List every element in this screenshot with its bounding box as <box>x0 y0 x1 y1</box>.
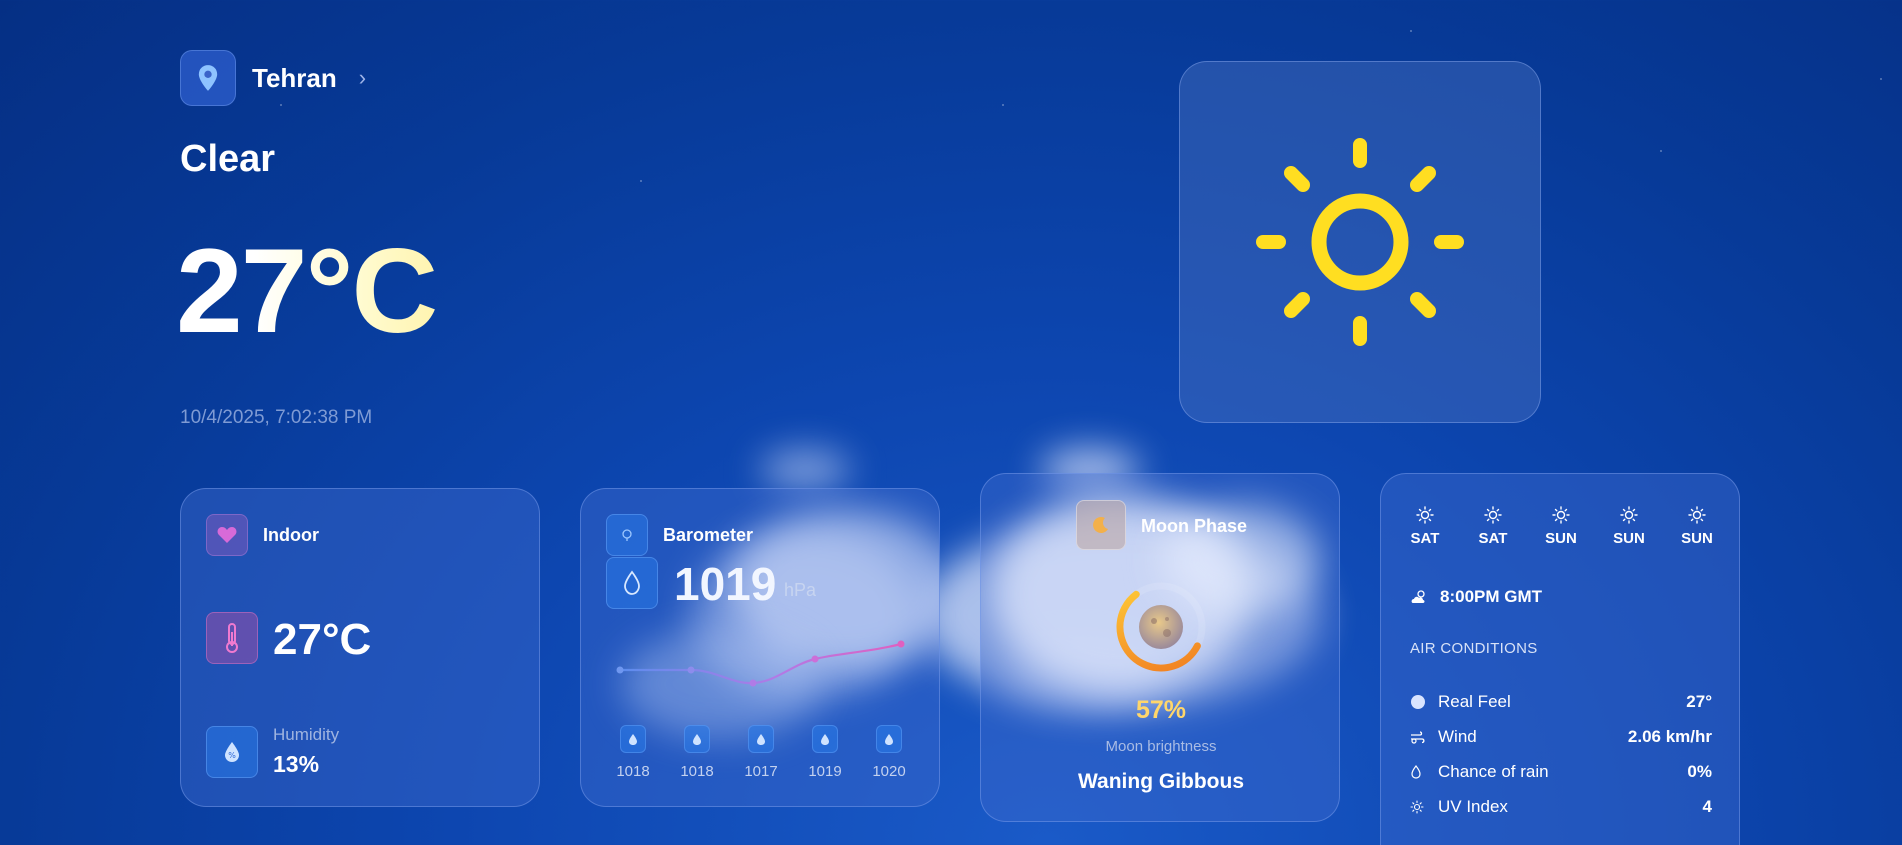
air-conditions-title: AIR CONDITIONS <box>1410 640 1538 657</box>
air-conditions-list: Real Feel 27° Wind 2.06 km/hr Chance of … <box>1410 684 1712 824</box>
humidity-label: Humidity <box>273 725 340 744</box>
pressure-readings: 1018 1018 1017 1019 1020 <box>601 725 921 780</box>
pressure-reading-value: 1018 <box>616 763 650 780</box>
location-selector[interactable]: Tehran › <box>180 50 366 106</box>
dot-icon <box>1410 694 1432 710</box>
air-condition-label: Real Feel <box>1438 691 1511 711</box>
pressure-reading: 1019 <box>793 725 857 780</box>
pressure-reading: 1018 <box>601 725 665 780</box>
heart-icon <box>206 514 248 556</box>
pressure-reading-value: 1018 <box>680 763 714 780</box>
moon-icon <box>1139 605 1183 649</box>
sun-icon <box>1484 506 1502 524</box>
forecast-time-row: 8:00PM GMT <box>1410 587 1542 607</box>
moon-brightness-percent: 57% <box>1135 696 1187 724</box>
air-condition-value: 2.06 km/hr <box>1627 726 1712 746</box>
air-condition-value: 4 <box>1702 796 1712 816</box>
sun-icon <box>1552 506 1570 524</box>
indoor-title: Indoor <box>263 525 319 545</box>
forecast-days: SAT SAT SUN SUN SUN <box>1393 506 1729 547</box>
humidity-value: 13% <box>273 751 320 777</box>
svg-text:%: % <box>228 751 236 760</box>
location-name: Tehran <box>252 62 337 93</box>
sun-icon <box>1416 506 1434 524</box>
air-condition-label: UV Index <box>1438 796 1508 816</box>
current-datetime: 10/4/2025, 7:02:38 PM <box>180 407 373 428</box>
pressure-reading-value: 1019 <box>808 763 842 780</box>
current-temperature: 27°C <box>176 224 438 358</box>
forecast-day[interactable]: SUN <box>1597 506 1661 547</box>
pressure-reading: 1020 <box>857 725 921 780</box>
humidity-icon: % <box>206 726 258 778</box>
wind-icon <box>1410 730 1432 744</box>
forecast-day[interactable]: SUN <box>1529 506 1593 547</box>
sun-icon <box>1256 138 1464 346</box>
raindrop-icon <box>684 725 710 753</box>
pressure-reading: 1017 <box>729 725 793 780</box>
indoor-card: Indoor 27°C % Humidity 13% <box>180 488 540 807</box>
pressure-reading-value: 1020 <box>872 763 906 780</box>
moon-phase-title: Moon Phase <box>1141 516 1248 536</box>
air-condition-value: 27° <box>1686 691 1712 711</box>
moon-brightness-ring <box>1116 582 1206 672</box>
air-condition-row: UV Index 4 <box>1410 789 1712 824</box>
sun-icon <box>1620 506 1638 524</box>
forecast-day[interactable]: SUN <box>1665 506 1729 547</box>
air-condition-label: Chance of rain <box>1438 761 1549 781</box>
partly-cloudy-icon <box>1411 590 1425 603</box>
forecast-card: SAT SAT SUN SUN SUN 8:00PM GMT AIR CONDI… <box>1380 473 1740 845</box>
forecast-time: 8:00PM GMT <box>1440 587 1543 606</box>
chevron-right-icon: › <box>358 65 367 90</box>
indoor-temperature: 27°C <box>273 615 372 664</box>
raindrop-icon <box>620 725 646 753</box>
raindrop-icon <box>876 725 902 753</box>
weather-icon-card <box>1179 61 1541 423</box>
uv-sun-icon <box>1410 799 1432 814</box>
air-condition-label: Wind <box>1438 726 1477 746</box>
air-condition-row: Real Feel 27° <box>1410 684 1712 719</box>
weather-condition: Clear <box>180 138 276 180</box>
raindrop-icon <box>1410 764 1432 779</box>
moon-brightness-label: Moon brightness <box>1105 738 1217 755</box>
air-condition-row: Chance of rain 0% <box>1410 754 1712 789</box>
barometer-card: Barometer 1019 hPa 1018 1018 1017 1019 1… <box>580 488 940 807</box>
forecast-day-label: SAT <box>1478 530 1508 547</box>
raindrop-icon <box>748 725 774 753</box>
forecast-day-label: SUN <box>1613 530 1645 547</box>
forecast-day[interactable]: SAT <box>1461 506 1525 547</box>
air-condition-value: 0% <box>1687 761 1712 781</box>
forecast-day-label: SUN <box>1681 530 1713 547</box>
forecast-day-label: SAT <box>1410 530 1440 547</box>
pressure-reading: 1018 <box>665 725 729 780</box>
moon-phase-name: Waning Gibbous <box>1077 770 1245 793</box>
thermometer-icon <box>206 612 258 664</box>
map-pin-icon <box>180 50 236 106</box>
forecast-day-label: SUN <box>1545 530 1577 547</box>
forecast-day[interactable]: SAT <box>1393 506 1457 547</box>
air-condition-row: Wind 2.06 km/hr <box>1410 719 1712 754</box>
moon-phase-card: Moon Phase 57% Moon brightness Waning Gi… <box>980 473 1340 822</box>
crescent-moon-icon <box>1076 500 1126 550</box>
raindrop-icon <box>812 725 838 753</box>
pressure-reading-value: 1017 <box>744 763 778 780</box>
sun-icon <box>1688 506 1706 524</box>
